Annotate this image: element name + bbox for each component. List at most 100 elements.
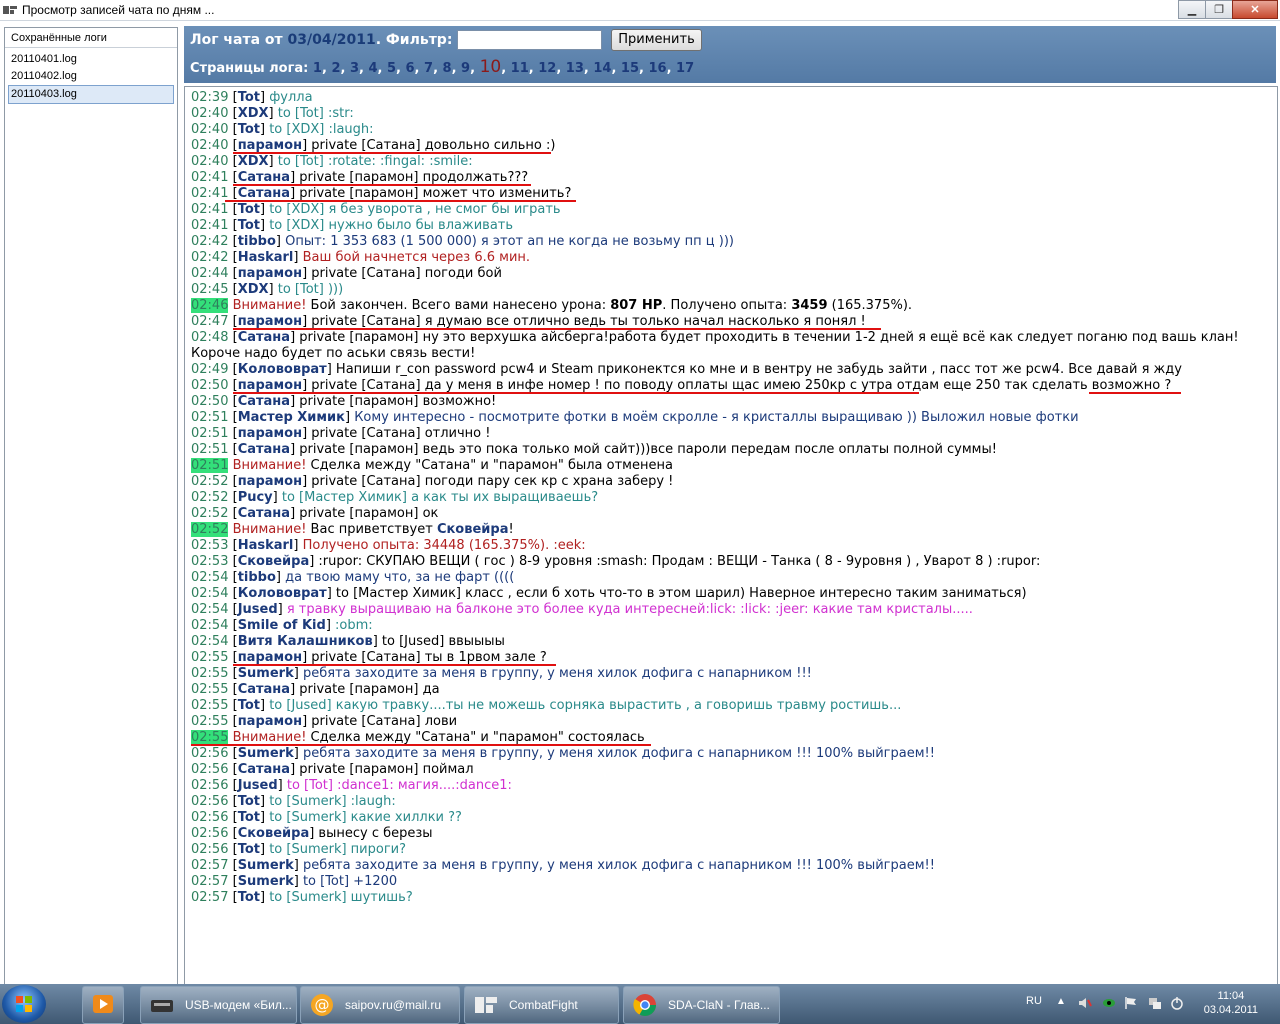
chat-nickname[interactable]: Tot (238, 890, 260, 905)
volume-icon[interactable] (1078, 996, 1092, 1010)
minimize-button[interactable]: ▁ (1178, 0, 1206, 19)
action-center-flag-icon[interactable] (1124, 996, 1138, 1010)
page-link-11[interactable]: 11 (511, 61, 529, 76)
log-file-item[interactable]: 20110401.log (5, 51, 177, 68)
chat-nickname[interactable]: Smile of Kid (238, 618, 326, 633)
taskbar-item-usb-modem[interactable]: USB-модем «Бил... (140, 986, 297, 1024)
chat-nickname[interactable]: парамон (238, 474, 302, 489)
chat-nickname[interactable]: tibbo (238, 234, 276, 249)
log-text: private [Сатана] я думаю все отлично вед… (307, 314, 866, 329)
log-time: 02:51 (191, 442, 229, 457)
chat-nickname[interactable]: Сатана (238, 442, 290, 457)
page-link-10[interactable]: 10 (480, 57, 502, 77)
chat-log-area[interactable]: 02:39 [Tot] фулла 02:40 [XDX] to [Tot] :s… (184, 86, 1278, 986)
chat-nickname[interactable]: Haskarl (238, 250, 294, 265)
log-text: ребята заходите за меня в группу, у меня… (298, 858, 935, 873)
chat-nickname[interactable]: Sumerk (238, 874, 294, 889)
chat-nickname[interactable]: Tot (238, 90, 260, 105)
chat-nickname[interactable]: Pucy (238, 490, 273, 505)
taskbar-item-combatfight[interactable]: CombatFight (464, 986, 619, 1024)
start-button[interactable] (2, 985, 46, 1023)
chat-nickname[interactable]: Jused (238, 602, 278, 617)
log-line: 02:56 [Sumerk] ребята заходите за меня в… (191, 746, 935, 761)
page-link-9[interactable]: 9 (461, 61, 470, 76)
page-link-1[interactable]: 1 (313, 61, 322, 76)
chat-nickname[interactable]: Tot (238, 794, 260, 809)
log-line: 02:53 [Haskarl] Получено опыта: 34448 (1… (191, 538, 586, 553)
chat-nickname[interactable]: Сковейра (238, 554, 310, 569)
chat-nickname[interactable]: Сатана (238, 186, 290, 201)
page-link-8[interactable]: 8 (443, 61, 452, 76)
media-player-quick-launch[interactable] (82, 986, 124, 1024)
chat-nickname[interactable]: парамон (238, 266, 302, 281)
page-link-14[interactable]: 14 (593, 61, 611, 76)
taskbar-item-label: saipov.ru@mail.ru (345, 998, 441, 1012)
maximize-button[interactable]: ❐ (1205, 0, 1233, 19)
chat-nickname[interactable]: tibbo (238, 570, 276, 585)
chat-nickname[interactable]: Витя Калашников (238, 634, 373, 649)
taskbar-item-mail[interactable]: @ saipov.ru@mail.ru (300, 986, 460, 1024)
page-link-3[interactable]: 3 (350, 61, 359, 76)
log-line: 02:49 [Колововрат] Напиши r_con password… (191, 362, 1182, 377)
chat-nickname[interactable]: Сатана (238, 506, 290, 521)
log-file-item[interactable]: 20110402.log (5, 68, 177, 85)
language-indicator[interactable]: RU (1026, 995, 1042, 1007)
media-player-icon (93, 995, 113, 1013)
page-link-16[interactable]: 16 (648, 61, 666, 76)
chat-nickname[interactable]: парамон (238, 378, 302, 393)
chat-nickname[interactable]: Tot (238, 122, 260, 137)
chat-nickname[interactable]: Колововрат (238, 362, 327, 377)
log-line: 02:52 [Pucy] to [Мастер Химик] а как ты … (191, 490, 599, 505)
taskbar-item-browser[interactable]: SDA-ClaN - Глав... (623, 986, 780, 1024)
chat-nickname[interactable]: Sumerk (238, 746, 294, 761)
page-link-4[interactable]: 4 (368, 61, 377, 76)
chat-nickname[interactable]: Сатана (238, 394, 290, 409)
chat-nickname[interactable]: парамон (238, 314, 302, 329)
log-time: 02:56 (191, 746, 229, 761)
chat-nickname[interactable]: Сатана (238, 682, 290, 697)
network-icon[interactable] (1148, 996, 1162, 1010)
chat-nickname[interactable]: парамон (238, 138, 302, 153)
log-file-item-selected[interactable]: 20110403.log (8, 85, 174, 104)
chat-nickname[interactable]: парамон (238, 650, 302, 665)
chat-nickname[interactable]: Jused (238, 778, 278, 793)
log-text: private [Сатана] довольно сильно :) (307, 138, 556, 153)
chat-nickname[interactable]: Haskarl (238, 538, 294, 553)
chat-nickname[interactable]: Tot (238, 842, 260, 857)
page-link-7[interactable]: 7 (424, 61, 433, 76)
chat-nickname[interactable]: Sumerk (238, 858, 294, 873)
chat-nickname[interactable]: парамон (238, 714, 302, 729)
chat-nickname[interactable]: XDX (238, 282, 269, 297)
log-text: (165.375%). (827, 298, 913, 313)
power-icon[interactable] (1170, 996, 1184, 1010)
chat-nickname[interactable]: Tot (238, 698, 260, 713)
chat-nickname[interactable]: Мастер Химик (238, 410, 345, 425)
chat-nickname[interactable]: Сатана (238, 170, 290, 185)
log-text: Внимание! (232, 522, 307, 537)
eye-icon[interactable] (1102, 996, 1116, 1010)
chat-nickname[interactable]: Tot (238, 810, 260, 825)
chat-nickname[interactable]: Tot (238, 218, 260, 233)
clock[interactable]: 11:04 03.04.2011 (1204, 989, 1258, 1017)
chat-nickname[interactable]: Sumerk (238, 666, 294, 681)
chat-nickname[interactable]: Сковейра (238, 826, 310, 841)
page-link-6[interactable]: 6 (406, 61, 415, 76)
page-link-17[interactable]: 17 (676, 61, 694, 76)
page-link-15[interactable]: 15 (621, 61, 639, 76)
filter-input[interactable] (457, 30, 602, 50)
chat-nickname[interactable]: парамон (238, 426, 302, 441)
modem-icon (151, 1000, 173, 1012)
show-hidden-icons-icon[interactable]: ▲ (1056, 996, 1070, 1010)
page-link-13[interactable]: 13 (566, 61, 584, 76)
saved-logs-panel: Сохранённые логи 20110401.log 20110402.l… (4, 27, 178, 985)
chat-nickname[interactable]: XDX (238, 106, 269, 121)
chat-nickname[interactable]: Сатана (238, 762, 290, 777)
apply-button[interactable]: Применить (611, 29, 702, 51)
chat-nickname[interactable]: Tot (238, 202, 260, 217)
chat-nickname[interactable]: Сатана (238, 330, 290, 345)
chat-nickname[interactable]: XDX (238, 154, 269, 169)
page-link-12[interactable]: 12 (538, 61, 556, 76)
close-button[interactable]: ✕ (1232, 0, 1278, 19)
page-link-5[interactable]: 5 (387, 61, 396, 76)
chat-nickname[interactable]: Колововрат (238, 586, 327, 601)
